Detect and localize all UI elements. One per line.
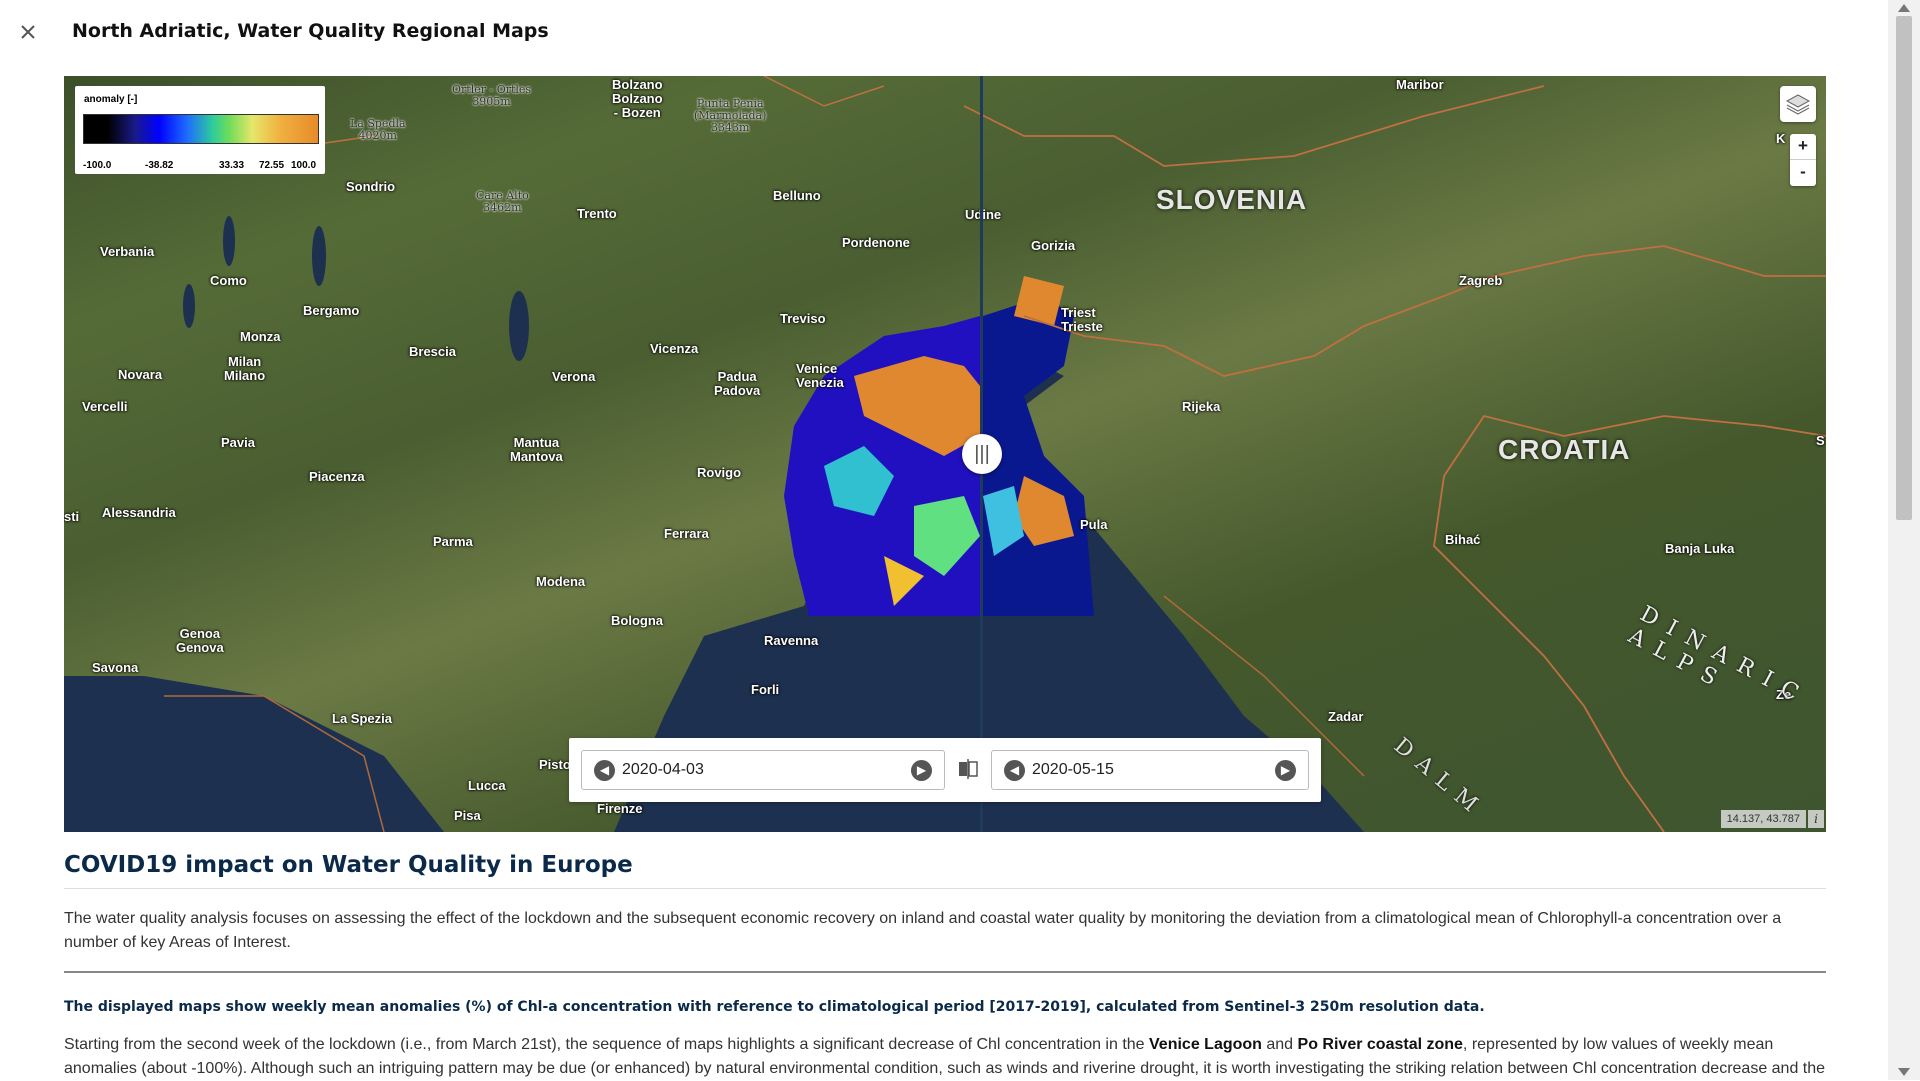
place-label: Milan Milano [224,354,266,383]
place-label: Ferrara [664,526,709,541]
place-label: Trento [577,206,617,221]
layers-icon [1785,94,1811,115]
place-label: Genoa Genova [176,626,224,655]
place-label: Forli [751,682,780,697]
peak-label: Ortler - Ortles 3905m [452,83,532,108]
close-icon[interactable] [14,18,42,46]
place-label: Bergamo [303,303,360,318]
place-label: Pisa [454,808,481,823]
zoom-control: + - [1790,134,1816,186]
place-label: Venice Venezia [796,361,844,390]
place-label: Gorizia [1031,238,1076,253]
legend-title: anomaly [-] [84,94,138,105]
place-label: Pavia [221,435,255,450]
legend-color-bar [83,114,319,144]
scrollbar[interactable] [1888,0,1920,1080]
text-span: and [1261,1036,1298,1053]
legend: anomaly [-] -100.0 -38.82 33.33 72.55 10… [75,86,325,174]
place-label: Padua Padova [714,369,761,398]
header-bar: North Adriatic, Water Quality Regional M… [0,0,1888,66]
country-label-croatia: CROATIA [1498,434,1631,465]
place-label: Verbania [100,244,155,259]
zoom-in-button[interactable]: + [1790,134,1816,160]
country-label-slovenia: SLOVENIA [1156,184,1308,215]
scroll-thumb[interactable] [1896,16,1912,520]
highlight-venice-lagoon: Venice Lagoon [1149,1036,1262,1053]
zoom-out-button[interactable]: - [1790,160,1816,186]
right-date-value: 2020-05-15 [1032,761,1114,778]
place-label: Rijeka [1182,399,1221,414]
compare-icon[interactable] [957,758,979,780]
peak-label: Care Alto 3462m [476,189,529,214]
place-label: Treviso [780,311,826,326]
right-date-selector[interactable]: ◀ 2020-05-15 ▶ [991,750,1309,790]
article-heading: COVID19 impact on Water Quality in Europ… [64,852,1826,889]
place-label: S [1816,433,1825,448]
place-label: Novara [118,367,163,382]
place-label: Udine [965,207,1002,222]
place-label: La Spezia [332,711,392,726]
place-label: Bologna [611,613,663,628]
legend-tick: -38.82 [145,160,174,171]
scroll-down-icon[interactable] [1898,1068,1910,1076]
place-label: Savona [92,660,139,675]
place-label: Alessandria [102,505,176,520]
place-label: Vicenza [650,341,699,356]
place-label: Triest Trieste [1061,305,1103,334]
coordinate-readout: 14.137, 43.787 [1720,810,1806,828]
place-label: Banja Luka [1665,541,1735,556]
prev-date-left-icon[interactable]: ◀ [594,760,615,781]
text-span: Starting from the second week of the loc… [64,1036,1150,1053]
place-label: Sondrio [346,179,396,194]
peak-label: Punta Penia (Marmolada) 3343m [694,97,767,134]
place-label: K [1776,131,1786,146]
place-label: Brescia [409,344,456,359]
legend-tick: 100.0 [291,160,317,171]
place-label: Rovigo [697,465,742,480]
place-label: Como [210,273,247,288]
article-note: The displayed maps show weekly mean anom… [64,999,1485,1015]
place-label: sti [64,509,80,524]
swipe-handle[interactable]: ||| [962,434,1002,474]
legend-tick: 72.55 [259,160,285,171]
place-label: Belluno [773,188,821,203]
place-label: Pisto [539,757,571,772]
left-date-selector[interactable]: ◀ 2020-04-03 ▶ [581,750,945,790]
prev-date-right-icon[interactable]: ◀ [1004,760,1025,781]
place-label: Verona [552,369,596,384]
place-label: Zadar [1328,709,1364,724]
place-label: Vercelli [82,399,128,414]
place-label: Piacenza [309,469,365,484]
article-intro: The water quality analysis focuses on as… [64,907,1826,973]
highlight-po-river: Po River coastal zone [1297,1036,1463,1053]
place-label: Firenze [597,801,643,816]
legend-tick: -100.0 [83,160,112,171]
place-label: Pula [1080,517,1108,532]
place-label: Bihać [1445,532,1481,547]
left-date-value: 2020-04-03 [622,761,704,778]
place-label: Ravenna [764,633,819,648]
date-compare-panel: ◀ 2020-04-03 ▶ ◀ 2020-05-15 ▶ [569,738,1321,802]
place-label: Mantua Mantova [510,435,563,464]
peak-label: La Spedla 4020m [350,117,406,142]
place-label: Maribor [1396,77,1444,92]
next-date-left-icon[interactable]: ▶ [911,760,932,781]
place-label: Zagreb [1459,273,1503,288]
place-label: Monza [240,329,281,344]
map-viewer[interactable]: SLOVENIA CROATIA Maribor Bolzano Bolzano… [64,76,1826,832]
place-label: Bolzano Bolzano - Bozen [612,77,663,120]
legend-tick: 33.33 [219,160,245,171]
page-title: North Adriatic, Water Quality Regional M… [72,20,549,42]
info-icon[interactable]: i [1808,810,1824,828]
article: COVID19 impact on Water Quality in Europ… [64,852,1826,1081]
article-paragraph: Starting from the second week of the loc… [64,1033,1826,1081]
place-label: Pordenone [842,235,910,250]
layers-button[interactable] [1780,86,1816,122]
next-date-right-icon[interactable]: ▶ [1275,760,1296,781]
scroll-up-icon[interactable] [1898,4,1910,12]
place-label: Parma [433,534,473,549]
place-label: Lucca [468,778,506,793]
place-label: Modena [536,574,586,589]
